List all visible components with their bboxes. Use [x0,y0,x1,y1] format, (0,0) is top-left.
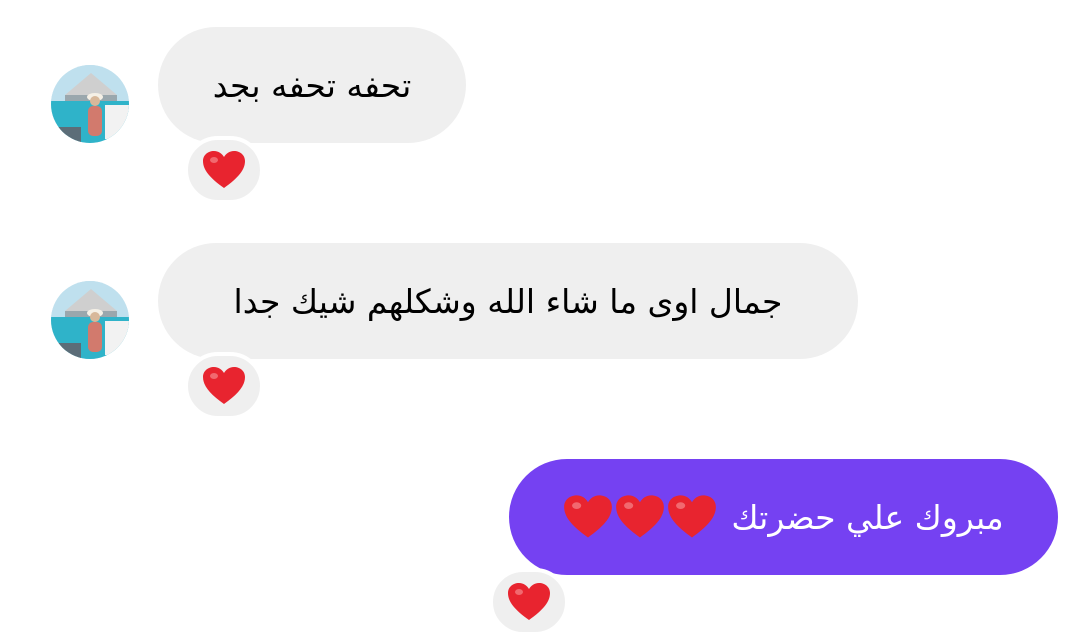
incoming-message-bubble[interactable]: تحفه تحفه بجد [158,27,466,143]
emoji-hearts [563,494,717,540]
heart-emoji-icon [616,495,665,538]
avatar-photo-icon [51,65,129,143]
heart-emoji-icon [668,495,717,538]
heart-reaction[interactable] [489,568,569,636]
message-text: مبروك علي حضرتك [731,497,1004,537]
avatar-photo-icon [51,281,129,359]
sender-avatar[interactable] [51,65,129,143]
incoming-message-bubble[interactable]: جمال اوى ما شاء الله وشكلهم شيك جدا [158,243,858,359]
heart-reaction[interactable] [184,136,264,204]
outgoing-message-bubble[interactable]: مبروك علي حضرتك [509,459,1058,575]
heart-reaction[interactable] [184,352,264,420]
message-text: جمال اوى ما شاء الله وشكلهم شيك جدا [233,281,783,321]
heart-icon [203,151,245,188]
heart-icon [508,583,550,620]
message-text: تحفه تحفه بجد [212,65,412,105]
heart-icon [203,367,245,404]
sender-avatar[interactable] [51,281,129,359]
heart-emoji-icon [564,495,613,538]
